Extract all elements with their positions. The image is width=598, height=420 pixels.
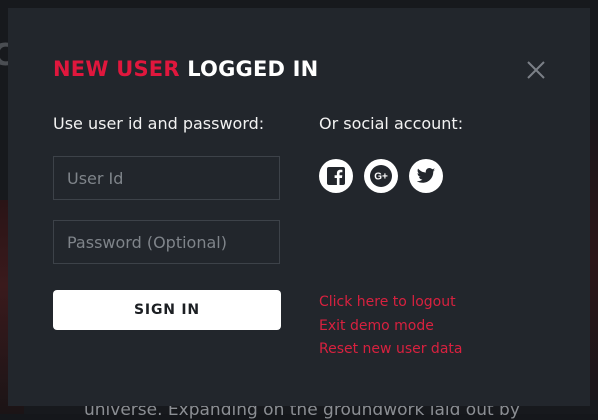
social-label: Or social account: <box>319 114 464 133</box>
exit-demo-link[interactable]: Exit demo mode <box>319 315 462 339</box>
logout-link[interactable]: Click here to logout <box>319 291 462 315</box>
account-links: Click here to logout Exit demo mode Rese… <box>319 291 462 362</box>
google-plus-login-button[interactable]: G+ <box>364 159 398 193</box>
facebook-icon <box>327 167 345 185</box>
reset-user-data-link[interactable]: Reset new user data <box>319 338 462 362</box>
user-id-input[interactable] <box>53 156 280 200</box>
close-icon <box>527 61 545 79</box>
close-button[interactable] <box>524 58 548 82</box>
twitter-login-button[interactable] <box>409 159 443 193</box>
modal-title-rest: LOGGED IN <box>187 57 319 81</box>
sign-in-button[interactable]: SIGN IN <box>53 290 281 330</box>
svg-text:G+: G+ <box>374 172 388 183</box>
twitter-icon <box>416 168 436 183</box>
facebook-login-button[interactable] <box>319 159 353 193</box>
modal-title-accent: NEW USER <box>53 57 180 81</box>
modal-title: NEW USER LOGGED IN <box>53 57 318 81</box>
login-modal: NEW USER LOGGED IN Use user id and passw… <box>8 8 590 406</box>
password-input[interactable] <box>53 220 280 264</box>
google-plus-icon: G+ <box>370 165 392 187</box>
credentials-label: Use user id and password: <box>53 114 265 133</box>
